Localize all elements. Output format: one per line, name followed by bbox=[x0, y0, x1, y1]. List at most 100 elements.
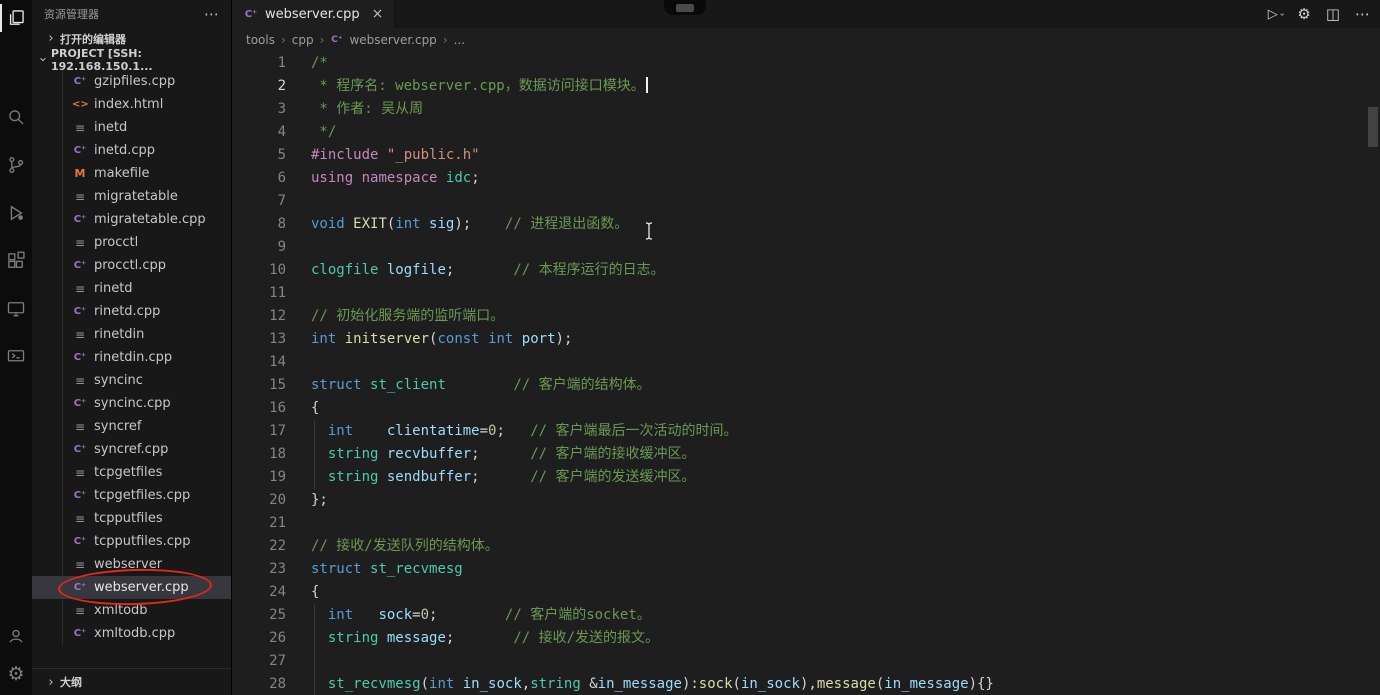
line-number[interactable]: 19 bbox=[232, 466, 286, 489]
code-line-27[interactable] bbox=[311, 650, 994, 673]
settings-gear-icon[interactable]: ⚙ bbox=[0, 660, 32, 688]
code-line-12[interactable]: // 初始化服务端的监听端口。 bbox=[311, 305, 994, 328]
code-line-18[interactable]: string recvbuffer; // 客户端的接收缓冲区。 bbox=[311, 443, 994, 466]
code-line-28[interactable]: st_recvmesg(int in_sock,string &in_messa… bbox=[311, 673, 994, 695]
code-line-21[interactable] bbox=[311, 512, 994, 535]
code-line-6[interactable]: using namespace idc; bbox=[311, 167, 994, 190]
line-number[interactable]: 4 bbox=[232, 121, 286, 144]
code-line-23[interactable]: struct st_recvmesg bbox=[311, 558, 994, 581]
file-item-index.html[interactable]: <> index.html bbox=[32, 93, 231, 116]
code-line-25[interactable]: int sock=0; // 客户端的socket。 bbox=[311, 604, 994, 627]
line-number[interactable]: 10 bbox=[232, 259, 286, 282]
settings-gear-button[interactable]: ⚙ bbox=[1297, 6, 1310, 22]
file-item-procctl[interactable]: ≡ procctl bbox=[32, 231, 231, 254]
code-line-4[interactable]: */ bbox=[311, 121, 994, 144]
breadcrumb-symbol[interactable]: ... bbox=[454, 33, 465, 47]
run-debug-icon[interactable] bbox=[0, 199, 32, 227]
code-line-17[interactable]: int clientatime=0; // 客户端最后一次活动的时间。 bbox=[311, 420, 994, 443]
code-line-16[interactable]: { bbox=[311, 397, 994, 420]
line-number[interactable]: 17 bbox=[232, 420, 286, 443]
file-item-inetd.cpp[interactable]: C⁺ inetd.cpp bbox=[32, 139, 231, 162]
code-line-24[interactable]: { bbox=[311, 581, 994, 604]
line-number[interactable]: 21 bbox=[232, 512, 286, 535]
outline-section[interactable]: › 大纲 bbox=[32, 668, 231, 695]
file-item-migratetable[interactable]: ≡ migratetable bbox=[32, 185, 231, 208]
line-number[interactable]: 13 bbox=[232, 328, 286, 351]
file-item-syncinc.cpp[interactable]: C⁺ syncinc.cpp bbox=[32, 392, 231, 415]
code-line-14[interactable] bbox=[311, 351, 994, 374]
code-line-1[interactable]: /* bbox=[311, 52, 994, 75]
file-item-syncref[interactable]: ≡ syncref bbox=[32, 415, 231, 438]
line-number[interactable]: 14 bbox=[232, 351, 286, 374]
line-number[interactable]: 8 bbox=[232, 213, 286, 236]
file-item-rinetdin[interactable]: ≡ rinetdin bbox=[32, 323, 231, 346]
line-number[interactable]: 3 bbox=[232, 98, 286, 121]
explorer-icon[interactable] bbox=[0, 4, 32, 32]
file-item-inetd[interactable]: ≡ inetd bbox=[32, 116, 231, 139]
file-item-rinetd[interactable]: ≡ rinetd bbox=[32, 277, 231, 300]
code-line-11[interactable] bbox=[311, 282, 994, 305]
file-item-webserver.cpp[interactable]: C⁺ webserver.cpp bbox=[32, 576, 231, 599]
code-editor[interactable]: 1 2 3 4 5 6 7 8 9 10 11 12 13 14 15 16 17 18 19 20 21 22 23 24 2… bbox=[232, 52, 1380, 695]
file-item-webserver[interactable]: ≡ webserver bbox=[32, 553, 231, 576]
tab-webserver-cpp[interactable]: C⁺ webserver.cpp × bbox=[232, 0, 396, 28]
line-number[interactable]: 6 bbox=[232, 167, 286, 190]
line-number[interactable]: 7 bbox=[232, 190, 286, 213]
line-number[interactable]: 28 bbox=[232, 673, 286, 695]
code-line-20[interactable]: }; bbox=[311, 489, 994, 512]
line-number[interactable]: 27 bbox=[232, 650, 286, 673]
line-number[interactable]: 18 bbox=[232, 443, 286, 466]
run-or-debug-button[interactable]: ▷ › bbox=[1268, 8, 1286, 21]
line-number[interactable]: 23 bbox=[232, 558, 286, 581]
search-icon[interactable] bbox=[0, 103, 32, 131]
line-number[interactable]: 2 bbox=[232, 75, 286, 98]
file-item-tcpputfiles.cpp[interactable]: C⁺ tcpputfiles.cpp bbox=[32, 530, 231, 553]
file-item-tcpputfiles[interactable]: ≡ tcpputfiles bbox=[32, 507, 231, 530]
file-item-rinetdin.cpp[interactable]: C⁺ rinetdin.cpp bbox=[32, 346, 231, 369]
file-item-gzipfiles.cpp[interactable]: C⁺ gzipfiles.cpp bbox=[32, 70, 231, 93]
project-section[interactable]: › PROJECT [SSH: 192.168.150.1... bbox=[32, 47, 231, 73]
line-number[interactable]: 25 bbox=[232, 604, 286, 627]
code-line-10[interactable]: clogfile logfile; // 本程序运行的日志。 bbox=[311, 259, 994, 282]
code-line-15[interactable]: struct st_client // 客户端的结构体。 bbox=[311, 374, 994, 397]
code-line-7[interactable] bbox=[311, 190, 994, 213]
line-number[interactable]: 15 bbox=[232, 374, 286, 397]
line-number[interactable]: 22 bbox=[232, 535, 286, 558]
line-number[interactable]: 24 bbox=[232, 581, 286, 604]
line-number[interactable]: 9 bbox=[232, 236, 286, 259]
split-editor-button[interactable]: ◫ bbox=[1326, 6, 1340, 22]
file-item-makefile[interactable]: Mmakefile bbox=[32, 162, 231, 185]
breadcrumb-file[interactable]: webserver.cpp bbox=[349, 33, 436, 47]
line-number[interactable]: 20 bbox=[232, 489, 286, 512]
line-number[interactable]: 11 bbox=[232, 282, 286, 305]
file-item-syncinc[interactable]: ≡ syncinc bbox=[32, 369, 231, 392]
extensions-icon[interactable] bbox=[0, 247, 32, 275]
file-item-tcpgetfiles[interactable]: ≡ tcpgetfiles bbox=[32, 461, 231, 484]
code-line-22[interactable]: // 接收/发送队列的结构体。 bbox=[311, 535, 994, 558]
scrollbar[interactable] bbox=[1366, 104, 1380, 695]
file-item-xmltodb[interactable]: ≡ xmltodb bbox=[32, 599, 231, 622]
remote-explorer-icon[interactable] bbox=[0, 295, 32, 323]
breadcrumb-cpp[interactable]: cpp bbox=[292, 33, 314, 47]
code-line-26[interactable]: string message; // 接收/发送的报文。 bbox=[311, 627, 994, 650]
file-item-syncref.cpp[interactable]: C⁺ syncref.cpp bbox=[32, 438, 231, 461]
line-number[interactable]: 12 bbox=[232, 305, 286, 328]
file-item-rinetd.cpp[interactable]: C⁺ rinetd.cpp bbox=[32, 300, 231, 323]
code-line-19[interactable]: string sendbuffer; // 客户端的发送缓冲区。 bbox=[311, 466, 994, 489]
more-actions-button[interactable]: ⋯ bbox=[1355, 6, 1370, 22]
line-number[interactable]: 26 bbox=[232, 627, 286, 650]
file-item-procctl.cpp[interactable]: C⁺ procctl.cpp bbox=[32, 254, 231, 277]
remote-targets-icon[interactable] bbox=[0, 343, 32, 371]
code-line-3[interactable]: * 作者: 吴从周 bbox=[311, 98, 994, 121]
source-control-icon[interactable] bbox=[0, 151, 32, 179]
file-item-tcpgetfiles.cpp[interactable]: C⁺ tcpgetfiles.cpp bbox=[32, 484, 231, 507]
line-number[interactable]: 1 bbox=[232, 52, 286, 75]
accounts-icon[interactable] bbox=[0, 622, 32, 650]
breadcrumb-tools[interactable]: tools bbox=[246, 33, 275, 47]
code-line-13[interactable]: int initserver(const int port); bbox=[311, 328, 994, 351]
code-line-5[interactable]: #include "_public.h" bbox=[311, 144, 994, 167]
line-number[interactable]: 5 bbox=[232, 144, 286, 167]
file-item-migratetable.cpp[interactable]: C⁺ migratetable.cpp bbox=[32, 208, 231, 231]
close-icon[interactable]: × bbox=[372, 6, 384, 22]
file-item-xmltodb.cpp[interactable]: C⁺ xmltodb.cpp bbox=[32, 622, 231, 645]
